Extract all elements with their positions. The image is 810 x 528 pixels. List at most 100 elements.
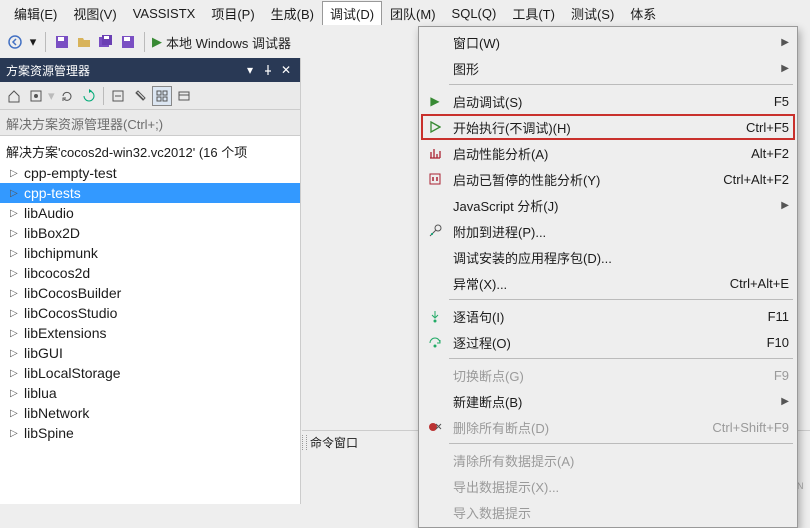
submenu-arrow-icon: ▶ xyxy=(781,396,789,407)
menu-item[interactable]: ▶启动调试(S)F5 xyxy=(419,88,797,114)
project-label: liblua xyxy=(24,385,57,401)
project-node[interactable]: ▷libNetwork xyxy=(0,403,300,423)
expander-icon[interactable]: ▷ xyxy=(10,188,24,199)
solution-explorer: 方案资源管理器 ▾ ✕ ▾ 解决方案资源管理器(Ctrl+;) 解决方案'coc… xyxy=(0,58,300,504)
open-icon[interactable] xyxy=(75,33,93,51)
menu-item-label: 清除所有数据提示(A) xyxy=(447,451,777,470)
menu-item[interactable]: 新建断点(B)▶ xyxy=(419,388,797,414)
solution-tree[interactable]: 解决方案'cocos2d-win32.vc2012' (16 个项 ▷cpp-e… xyxy=(0,136,300,504)
collapse-icon[interactable] xyxy=(108,86,128,106)
menu-item[interactable]: 调试安装的应用程序包(D)... xyxy=(419,244,797,270)
menu-item[interactable]: SQL(Q) xyxy=(444,3,505,24)
menu-item-label: 调试安装的应用程序包(D)... xyxy=(447,248,777,267)
chevron-down-icon[interactable]: ▾ xyxy=(28,33,38,51)
menu-item[interactable]: 编辑(E) xyxy=(6,1,65,26)
menu-item: 导入数据提示 xyxy=(419,499,797,525)
menu-item-label: 启动调试(S) xyxy=(447,92,762,111)
expander-icon[interactable]: ▷ xyxy=(10,348,24,359)
project-node[interactable]: ▷libCocosBuilder xyxy=(0,283,300,303)
project-label: libBox2D xyxy=(24,225,80,241)
project-node[interactable]: ▷libGUI xyxy=(0,343,300,363)
expander-icon[interactable]: ▷ xyxy=(10,308,24,319)
menu-item[interactable]: 开始执行(不调试)(H)Ctrl+F5 xyxy=(419,114,797,140)
menu-item-label: 删除所有断点(D) xyxy=(447,418,700,437)
project-node[interactable]: ▷libcocos2d xyxy=(0,263,300,283)
menu-item[interactable]: 窗口(W)▶ xyxy=(419,29,797,55)
expander-icon[interactable]: ▷ xyxy=(10,428,24,439)
close-icon[interactable]: ✕ xyxy=(278,62,294,78)
save-all-icon[interactable] xyxy=(97,33,115,51)
view-icon[interactable] xyxy=(174,86,194,106)
show-all-icon[interactable] xyxy=(152,86,172,106)
menu-item[interactable]: 工具(T) xyxy=(504,1,563,26)
panel-title: 方案资源管理器 xyxy=(6,62,90,79)
menu-item[interactable]: 体系 xyxy=(622,1,664,26)
project-label: libNetwork xyxy=(24,405,89,421)
properties-icon[interactable] xyxy=(130,86,150,106)
menu-item[interactable]: 附加到进程(P)... xyxy=(419,218,797,244)
play-green-icon: ▶ xyxy=(423,94,447,108)
menu-item[interactable]: JavaScript 分析(J)▶ xyxy=(419,192,797,218)
project-node[interactable]: ▷libchipmunk xyxy=(0,243,300,263)
menu-item[interactable]: 图形▶ xyxy=(419,55,797,81)
project-label: libAudio xyxy=(24,205,74,221)
expander-icon[interactable]: ▷ xyxy=(10,388,24,399)
expander-icon[interactable]: ▷ xyxy=(10,228,24,239)
menu-item[interactable]: 启动性能分析(A)Alt+F2 xyxy=(419,140,797,166)
submenu-arrow-icon: ▶ xyxy=(781,37,789,48)
menu-item-label: 启动性能分析(A) xyxy=(447,144,739,163)
nav-back-icon[interactable] xyxy=(6,33,24,51)
project-node[interactable]: ▷libCocosStudio xyxy=(0,303,300,323)
project-node[interactable]: ▷libExtensions xyxy=(0,323,300,343)
menu-item[interactable]: 团队(M) xyxy=(382,1,444,26)
menu-divider xyxy=(449,299,793,300)
menu-item[interactable]: 启动已暂停的性能分析(Y)Ctrl+Alt+F2 xyxy=(419,166,797,192)
search-input[interactable]: 解决方案资源管理器(Ctrl+;) xyxy=(0,110,300,136)
save-icon[interactable] xyxy=(53,33,71,51)
project-node[interactable]: ▷liblua xyxy=(0,383,300,403)
menu-divider xyxy=(449,84,793,85)
attach-icon xyxy=(423,224,447,238)
menu-item[interactable]: 调试(D) xyxy=(322,1,382,25)
panel-titlebar: 方案资源管理器 ▾ ✕ xyxy=(0,58,300,82)
menu-item-label: 导入数据提示 xyxy=(447,503,777,522)
menu-item[interactable]: 项目(P) xyxy=(203,1,262,26)
expander-icon[interactable]: ▷ xyxy=(10,368,24,379)
pin-icon[interactable] xyxy=(260,62,276,78)
menu-item[interactable]: VASSISTX xyxy=(125,3,204,24)
project-node[interactable]: ▷libSpine xyxy=(0,423,300,443)
project-node[interactable]: ▷libAudio xyxy=(0,203,300,223)
project-node[interactable]: ▷libBox2D xyxy=(0,223,300,243)
menu-item[interactable]: 异常(X)...Ctrl+Alt+E xyxy=(419,270,797,296)
project-node[interactable]: ▷libLocalStorage xyxy=(0,363,300,383)
refresh-icon[interactable] xyxy=(79,86,99,106)
expander-icon[interactable]: ▷ xyxy=(10,168,24,179)
save-single-icon[interactable] xyxy=(119,33,137,51)
menu-item: 切换断点(G)F9 xyxy=(419,362,797,388)
step-over-icon xyxy=(423,335,447,349)
expander-icon[interactable]: ▷ xyxy=(10,328,24,339)
menu-item[interactable]: 生成(B) xyxy=(263,1,322,26)
expander-icon[interactable]: ▷ xyxy=(10,268,24,279)
toggle-icon[interactable] xyxy=(26,86,46,106)
expander-icon[interactable]: ▷ xyxy=(10,248,24,259)
home-icon[interactable] xyxy=(4,86,24,106)
menu-item-label: JavaScript 分析(J) xyxy=(447,196,777,215)
project-node[interactable]: ▷cpp-empty-test xyxy=(0,163,300,183)
dropdown-icon[interactable]: ▾ xyxy=(242,62,258,78)
menu-item[interactable]: 视图(V) xyxy=(65,1,124,26)
menu-item[interactable]: 逐语句(I)F11 xyxy=(419,303,797,329)
menu-item[interactable]: 逐过程(O)F10 xyxy=(419,329,797,355)
panel-toolbar: ▾ xyxy=(0,82,300,110)
project-node[interactable]: ▷cpp-tests xyxy=(0,183,300,203)
expander-icon[interactable]: ▷ xyxy=(10,208,24,219)
expander-icon[interactable]: ▷ xyxy=(10,288,24,299)
run-button[interactable]: ▶ 本地 Windows 调试器 xyxy=(152,33,291,52)
expander-icon[interactable]: ▷ xyxy=(10,408,24,419)
step-into-icon xyxy=(423,309,447,323)
project-label: libSpine xyxy=(24,425,74,441)
sync-icon[interactable] xyxy=(57,86,77,106)
solution-node[interactable]: 解决方案'cocos2d-win32.vc2012' (16 个项 xyxy=(0,140,300,163)
menubar: 编辑(E)视图(V)VASSISTX项目(P)生成(B)调试(D)团队(M)SQ… xyxy=(0,0,810,26)
menu-item[interactable]: 测试(S) xyxy=(563,1,622,26)
